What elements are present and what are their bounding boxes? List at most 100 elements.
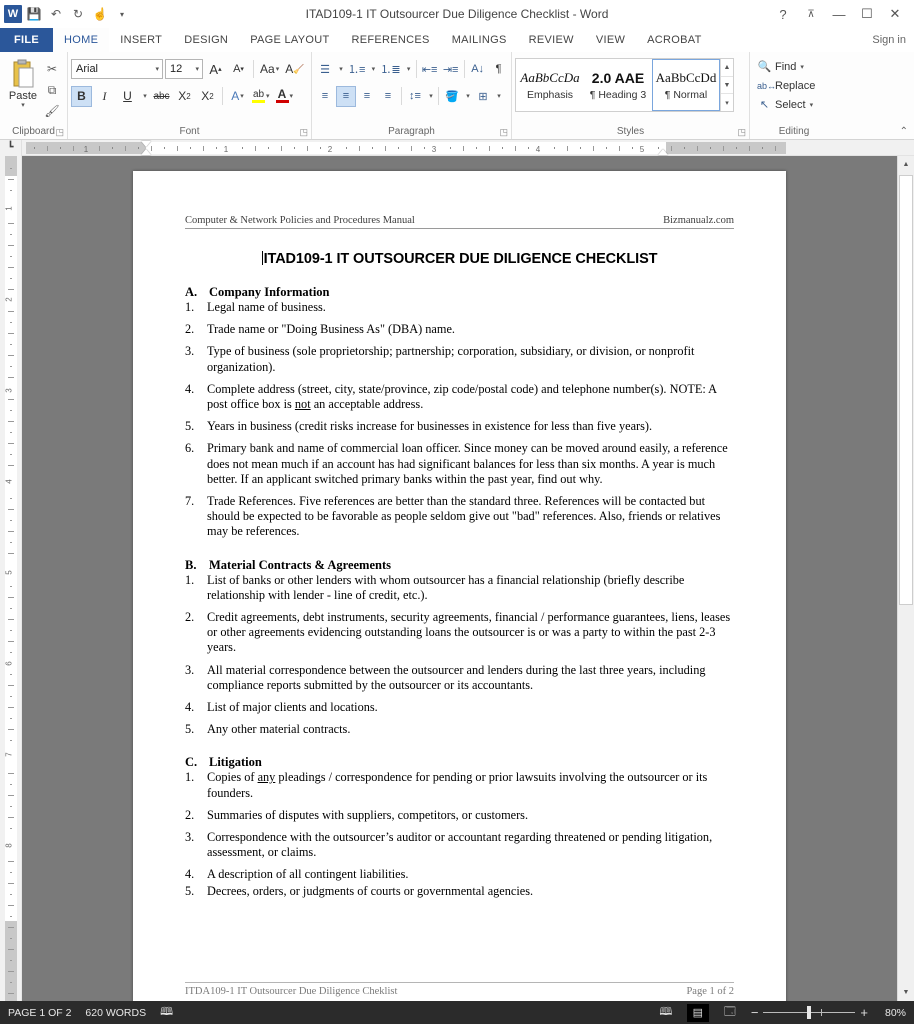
window-controls[interactable]: ? ⊼ — ☐ ✕ <box>770 3 914 25</box>
styles-dialog-launcher-icon[interactable]: ◳ <box>737 127 746 138</box>
shading-icon[interactable]: 🪣 <box>442 86 462 107</box>
style-emphasis[interactable]: AaBbCcDa Emphasis <box>516 59 584 111</box>
copy-icon[interactable]: ⧉ <box>43 81 61 99</box>
font-color-icon[interactable]: A ▾ <box>274 86 296 107</box>
help-icon[interactable]: ? <box>770 3 796 25</box>
shading-dropdown-icon[interactable]: ▾ <box>463 86 472 107</box>
tab-home[interactable]: HOME <box>53 28 110 52</box>
paste-button[interactable]: Paste ▾ <box>3 57 43 109</box>
tab-view[interactable]: VIEW <box>585 28 636 52</box>
tab-file[interactable]: FILE <box>0 28 54 52</box>
right-indent-marker[interactable] <box>658 148 668 155</box>
bold-button[interactable]: B <box>71 85 92 107</box>
zoom-level[interactable]: 80% <box>878 1007 906 1019</box>
align-right-icon[interactable]: ≡ <box>357 86 377 107</box>
borders-icon[interactable]: ⊞ <box>473 86 493 107</box>
multilevel-list-icon[interactable]: ⒈≣ <box>378 59 402 80</box>
first-line-indent-marker[interactable] <box>141 140 151 147</box>
paste-dropdown-icon[interactable]: ▾ <box>21 102 25 109</box>
decrease-indent-icon[interactable]: ⇤≡ <box>420 59 440 80</box>
web-layout-icon[interactable]: 🗔 <box>719 1004 741 1022</box>
zoom-track[interactable] <box>763 1006 856 1019</box>
collapse-ribbon-icon[interactable]: ⌃ <box>900 126 908 137</box>
zoom-slider[interactable]: − + <box>751 1005 868 1020</box>
borders-dropdown-icon[interactable]: ▾ <box>494 86 503 107</box>
grow-font-icon[interactable]: A ▴ <box>205 59 226 80</box>
document-page[interactable]: Computer & Network Policies and Procedur… <box>133 171 786 1001</box>
clear-formatting-icon[interactable]: A 🧹 <box>283 59 306 80</box>
page-indicator[interactable]: PAGE 1 OF 2 <box>8 1007 71 1019</box>
styles-scroll-up-icon[interactable]: ▲ <box>721 59 733 77</box>
numbering-dropdown-icon[interactable]: ▾ <box>368 59 377 80</box>
customize-qat-icon[interactable]: ▾ <box>112 4 132 24</box>
tab-review[interactable]: REVIEW <box>518 28 585 52</box>
font-size-input[interactable]: 12 ▾ <box>165 59 203 79</box>
tab-mailings[interactable]: MAILINGS <box>441 28 518 52</box>
undo-icon[interactable]: ↶ <box>46 4 66 24</box>
subscript-button[interactable]: X2 <box>174 86 195 107</box>
document-canvas[interactable]: Computer & Network Policies and Procedur… <box>22 156 897 1001</box>
styles-more-icon[interactable]: ▾ <box>721 94 733 111</box>
styles-scroll-down-icon[interactable]: ▼ <box>721 77 733 95</box>
font-name-input[interactable]: Arial ▾ <box>71 59 163 79</box>
styles-gallery[interactable]: AaBbCcDa Emphasis 2.0 AAE ¶ Heading 3 Aa… <box>515 58 734 112</box>
tab-design[interactable]: DESIGN <box>173 28 239 52</box>
maximize-icon[interactable]: ☐ <box>854 3 880 25</box>
strikethrough-button[interactable]: abc <box>151 86 172 107</box>
superscript-button[interactable]: X2 <box>197 86 218 107</box>
proofing-status-icon[interactable]: 🕮 <box>160 1003 173 1022</box>
underline-button[interactable]: U <box>117 86 138 107</box>
zoom-out-icon[interactable]: − <box>751 1005 759 1020</box>
numbering-icon[interactable]: ⒈≡ <box>346 59 367 80</box>
tab-page-layout[interactable]: PAGE LAYOUT <box>239 28 340 52</box>
vertical-ruler[interactable]: 1 2 3 4 5 6 7 8 <box>0 156 22 1001</box>
sign-in-link[interactable]: Sign in <box>864 28 914 52</box>
align-left-icon[interactable]: ≡ <box>315 86 335 107</box>
zoom-in-icon[interactable]: + <box>860 1005 868 1020</box>
horizontal-ruler[interactable]: ┗ 1 1 2 3 4 5 <box>0 139 914 156</box>
left-indent-marker[interactable] <box>141 148 151 155</box>
align-center-icon[interactable]: ≡ <box>336 85 356 107</box>
clipboard-dialog-launcher-icon[interactable]: ◳ <box>55 127 64 138</box>
scrollbar-thumb[interactable] <box>899 175 913 605</box>
zoom-thumb[interactable] <box>807 1006 812 1019</box>
line-spacing-dropdown-icon[interactable]: ▾ <box>426 86 435 107</box>
word-count[interactable]: 620 WORDS <box>85 1007 146 1019</box>
paragraph-dialog-launcher-icon[interactable]: ◳ <box>499 127 508 138</box>
multilevel-dropdown-icon[interactable]: ▾ <box>404 59 413 80</box>
touch-mode-icon[interactable]: ☝ <box>90 4 110 24</box>
select-dropdown-icon[interactable]: ▾ <box>810 101 814 109</box>
minimize-icon[interactable]: — <box>826 3 852 25</box>
replace-button[interactable]: ab↔ Replace <box>757 76 815 95</box>
redo-icon[interactable]: ↻ <box>68 4 88 24</box>
scroll-down-icon[interactable]: ▼ <box>898 984 914 1001</box>
tab-acrobat[interactable]: ACROBAT <box>636 28 712 52</box>
underline-dropdown-icon[interactable]: ▾ <box>140 86 149 107</box>
font-size-dropdown-icon[interactable]: ▾ <box>195 65 199 73</box>
sort-icon[interactable]: A↓ <box>468 59 488 80</box>
close-icon[interactable]: ✕ <box>882 3 908 25</box>
vertical-scrollbar[interactable]: ▲ ▼ <box>897 156 914 1001</box>
read-mode-icon[interactable]: 🕮 <box>655 1004 677 1022</box>
ruler-track[interactable]: 1 1 2 3 4 5 <box>26 140 892 155</box>
select-button[interactable]: ↖ Select ▾ <box>757 95 813 114</box>
find-dropdown-icon[interactable]: ▾ <box>800 63 804 71</box>
justify-icon[interactable]: ≡ <box>378 86 398 107</box>
styles-scroll-buttons[interactable]: ▲ ▼ ▾ <box>720 59 733 111</box>
format-painter-icon[interactable]: 🖌 <box>43 102 61 120</box>
cut-icon[interactable]: ✂ <box>43 60 61 78</box>
change-case-icon[interactable]: Aa ▾ <box>258 59 281 80</box>
text-highlight-color-icon[interactable]: ab ▾ <box>250 86 272 107</box>
italic-button[interactable]: I <box>94 86 115 107</box>
bullets-dropdown-icon[interactable]: ▾ <box>336 59 345 80</box>
ribbon-display-options-icon[interactable]: ⊼ <box>798 3 824 25</box>
quick-access-toolbar[interactable]: W 💾 ↶ ↻ ☝ ▾ <box>0 4 132 24</box>
shrink-font-icon[interactable]: A ▾ <box>228 59 249 80</box>
increase-indent-icon[interactable]: ⇥≡ <box>441 59 461 80</box>
scroll-up-icon[interactable]: ▲ <box>898 156 914 173</box>
tab-selector-icon[interactable]: ┗ <box>0 139 22 156</box>
line-spacing-icon[interactable]: ↕≡ <box>405 86 425 107</box>
show-formatting-marks-icon[interactable]: ¶ <box>489 59 509 80</box>
font-name-dropdown-icon[interactable]: ▾ <box>155 65 159 73</box>
save-icon[interactable]: 💾 <box>24 4 44 24</box>
